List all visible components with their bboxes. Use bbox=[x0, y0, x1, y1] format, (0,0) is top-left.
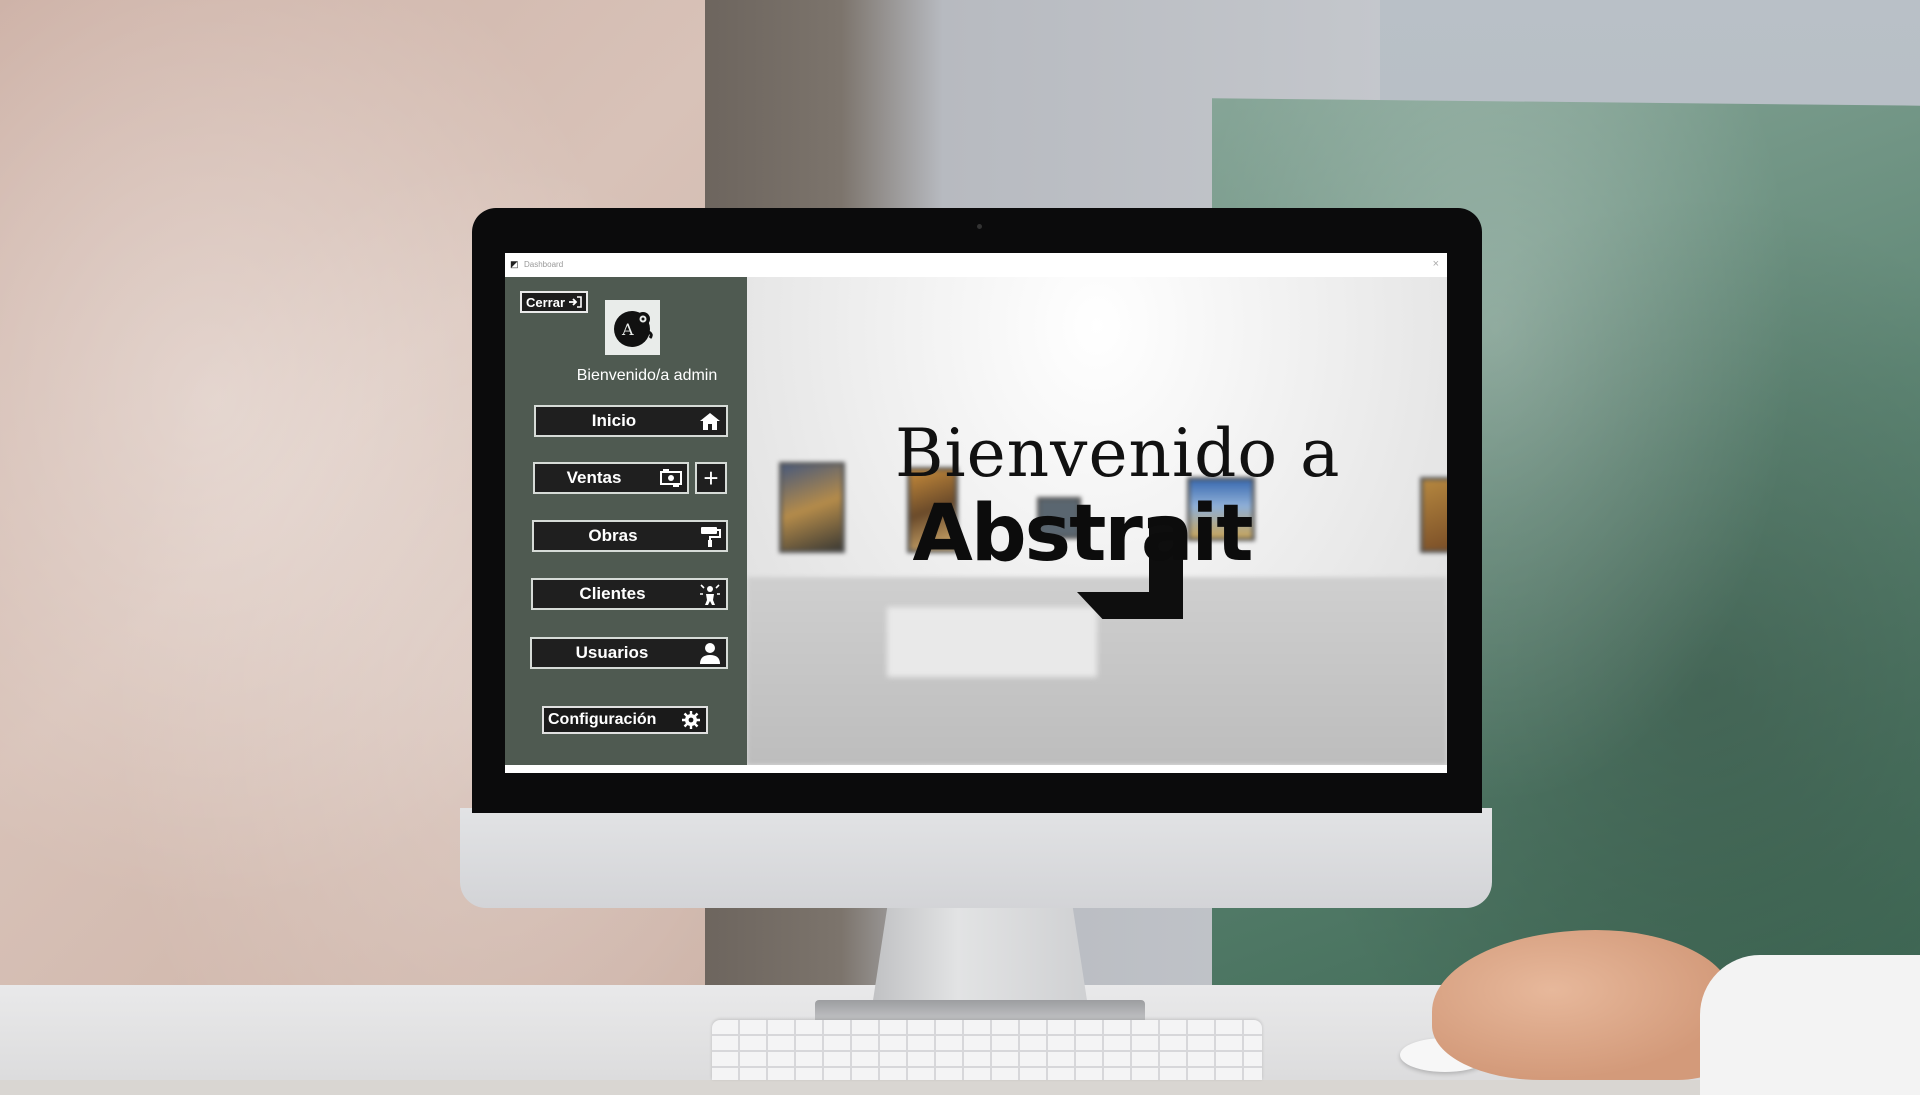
nav-obras-label: Obras bbox=[588, 526, 638, 545]
settings-button[interactable]: Configuración bbox=[542, 706, 708, 734]
logout-button[interactable]: Cerrar bbox=[520, 291, 588, 313]
nav-inicio-label: Inicio bbox=[591, 411, 637, 430]
nav-ventas-button[interactable]: Ventas bbox=[533, 462, 689, 494]
nav-inicio-button[interactable]: Inicio bbox=[534, 405, 728, 437]
logout-label: Cerrar bbox=[526, 294, 566, 310]
paint-roller-icon bbox=[698, 525, 722, 547]
keyboard bbox=[712, 1020, 1262, 1080]
dashboard-window: ◩ Dashboard × Cerrar A Bienvenido/a admi… bbox=[505, 253, 1447, 773]
logout-arrow-icon bbox=[569, 296, 582, 308]
webcam bbox=[977, 224, 982, 229]
abstrait-logo: A bbox=[605, 300, 660, 355]
content-area: Bienvenido a Abstrait bbox=[747, 277, 1447, 765]
person-star-icon bbox=[698, 583, 722, 605]
gallery-painting bbox=[1420, 477, 1447, 553]
window-titlebar: ◩ Dashboard × bbox=[505, 253, 1447, 278]
settings-label: Configuración bbox=[548, 711, 657, 728]
window-close-button[interactable]: × bbox=[1433, 258, 1439, 270]
svg-text:A: A bbox=[621, 320, 634, 339]
nav-usuarios-label: Usuarios bbox=[575, 643, 649, 662]
nav-ventas-label: Ventas bbox=[566, 468, 622, 487]
gallery-bench bbox=[887, 607, 1097, 677]
sidebar: Cerrar A Bienvenido/a admin Inicio Venta… bbox=[505, 277, 747, 765]
sleeve bbox=[1700, 955, 1920, 1095]
window-bottom-strip bbox=[505, 765, 1447, 773]
user-icon bbox=[698, 642, 722, 664]
welcome-user-text: Bienvenido/a admin bbox=[576, 367, 718, 384]
chameleon-logo-icon: A bbox=[613, 310, 653, 347]
home-icon bbox=[698, 410, 722, 432]
nav-clientes-label: Clientes bbox=[579, 584, 646, 603]
money-exchange-icon bbox=[659, 467, 683, 489]
gear-icon bbox=[682, 711, 700, 734]
app-icon: ◩ bbox=[510, 259, 519, 269]
hero-brand-name: Abstrait bbox=[912, 489, 1253, 579]
window-title: Dashboard bbox=[524, 260, 564, 269]
nav-usuarios-button[interactable]: Usuarios bbox=[530, 637, 728, 669]
monitor-chin bbox=[460, 808, 1492, 908]
add-venta-button[interactable]: + bbox=[695, 462, 727, 494]
nav-obras-button[interactable]: Obras bbox=[532, 520, 728, 552]
hero-welcome-text: Bienvenido a bbox=[895, 415, 1341, 492]
nav-clientes-button[interactable]: Clientes bbox=[531, 578, 728, 610]
gallery-painting bbox=[779, 462, 845, 553]
